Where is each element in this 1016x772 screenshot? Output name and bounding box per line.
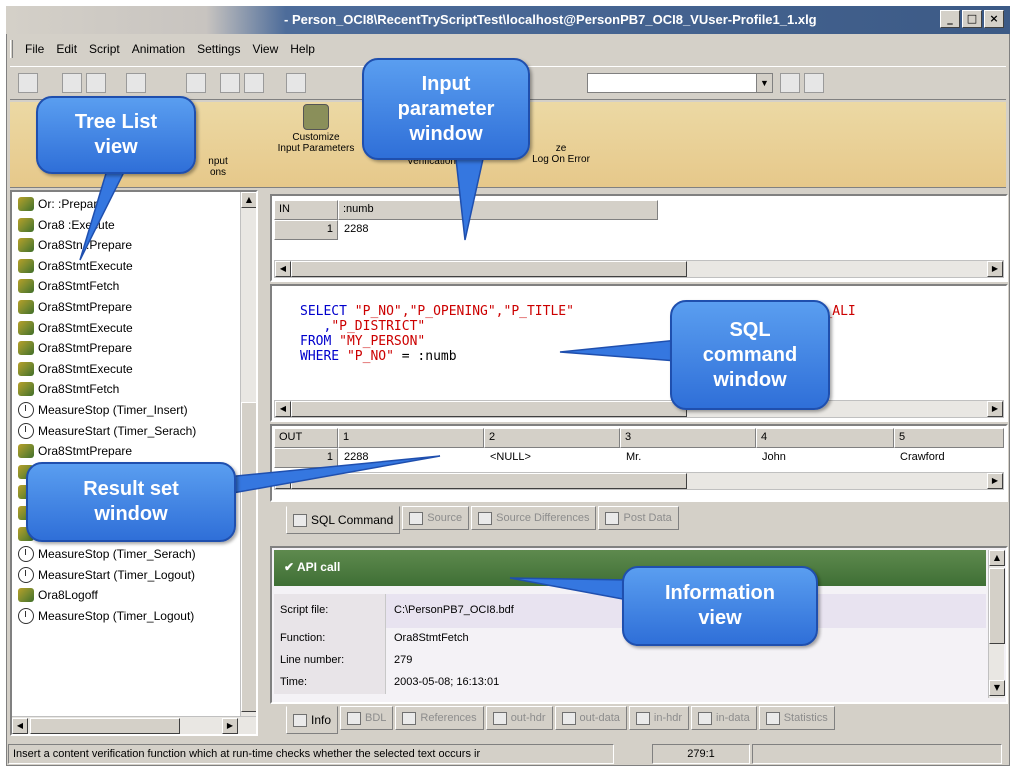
callout-line: view [698, 607, 742, 629]
callout-information-view: Information view [622, 566, 818, 646]
callout-line: Information [665, 582, 775, 604]
callout-line: Result set [83, 478, 179, 500]
callout-line: view [94, 136, 138, 158]
callout-line: window [713, 368, 787, 391]
callout-result-set: Result set window [26, 462, 236, 542]
callout-line: Input [421, 72, 471, 95]
callout-input-parameter: Input parameter window [362, 58, 530, 160]
callout-line: command [702, 343, 798, 366]
callout-line: window [94, 503, 168, 525]
callout-line: Tree List [74, 111, 158, 133]
callout-sql-command: SQL command window [670, 300, 830, 410]
callout-line: parameter [397, 97, 495, 120]
callout-tree-list: Tree List view [36, 96, 196, 174]
callout-line: SQL [729, 318, 771, 341]
callout-line: window [409, 122, 483, 145]
